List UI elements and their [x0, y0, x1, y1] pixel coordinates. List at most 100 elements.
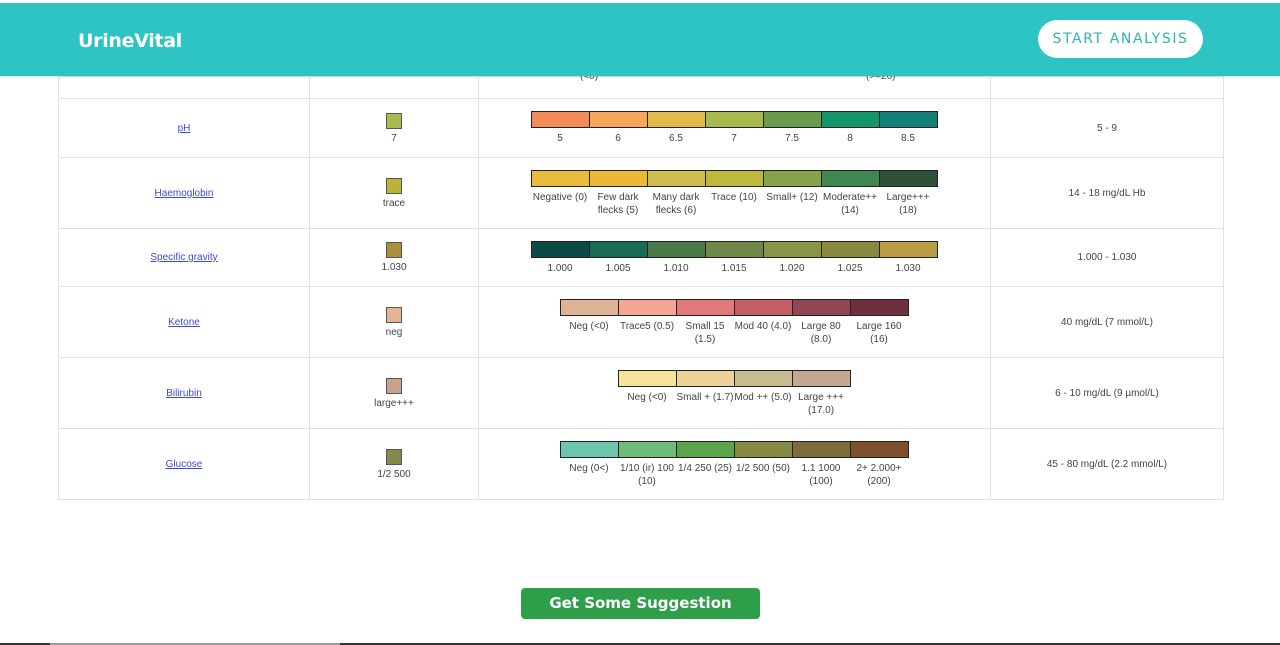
normal-range: 40 mg/dL (7 mmol/L)	[1061, 316, 1153, 328]
scale-color-block	[531, 169, 590, 187]
result-value: 1.030	[381, 262, 407, 273]
scale-label: 1/2 500 (50)	[736, 462, 790, 474]
test-name-link[interactable]: Glucose	[166, 459, 203, 470]
test-name-link[interactable]: Ketone	[168, 317, 200, 328]
normal-range: 14 - 18 mg/dL Hb	[1068, 187, 1146, 199]
scale-color-block	[560, 298, 619, 316]
scale-color-block	[589, 111, 648, 128]
scale-color-block	[763, 240, 822, 258]
scale-label: 1.030	[895, 262, 921, 274]
normal-range: 5 - 9	[1096, 122, 1117, 134]
color-scale: 5 6 6.5 7 7.5 8 8.5	[531, 111, 938, 145]
scale-label: 7	[731, 133, 737, 144]
scale-color-block	[705, 240, 764, 258]
scale-label: Trace (10)	[711, 191, 757, 203]
results-table-container: (<0) (>=20) pH 7 5 6 6.5 7 7.5 8 8.5 5 - 9 Haemogl…	[58, 71, 1224, 500]
scale-color-block	[879, 169, 938, 187]
result-value: neg	[385, 326, 403, 338]
scale-label: Large 160 (16)	[856, 320, 902, 345]
scale-label: 5	[557, 133, 563, 144]
scale-label: Mod ++ (5.0)	[734, 391, 792, 403]
scale-color-block	[705, 169, 764, 187]
get-suggestion-button[interactable]: Get Some Suggestion	[521, 588, 760, 619]
scale-color-block	[676, 369, 735, 387]
result-color-swatch	[386, 306, 402, 323]
scale-color-block	[618, 440, 677, 458]
scale-label: 8	[847, 133, 853, 144]
start-analysis-button[interactable]: START ANALYSIS	[1038, 20, 1203, 58]
scale-label: Moderate++ (14)	[823, 191, 877, 216]
scale-label: Trace5 (0.5)	[619, 320, 675, 332]
test-name-link[interactable]: Bilirubin	[166, 388, 202, 399]
scale-label: 1.000	[547, 262, 573, 274]
normal-range: 1.000 - 1.030	[1077, 252, 1137, 263]
scale-label: Negative (0)	[532, 191, 588, 203]
result-value: large+++	[374, 397, 414, 409]
scale-color-block	[531, 240, 590, 258]
table-row: Bilirubin large+++ Neg (<0) Small + (1.7) Mo…	[58, 357, 1224, 429]
scale-label: 7.5	[785, 133, 799, 144]
test-name-link[interactable]: pH	[178, 123, 191, 134]
scale-label: Neg (<0)	[627, 391, 667, 403]
scale-color-block	[821, 240, 880, 258]
scale-color-block	[879, 240, 938, 258]
scale-label: Many dark flecks (6)	[652, 191, 700, 216]
color-scale: Neg (<0) Small + (1.7) Mod ++ (5.0) Large +…	[618, 369, 851, 417]
scale-color-block	[763, 169, 822, 187]
result-value: 1/2 500	[377, 468, 411, 480]
scale-color-block	[792, 298, 851, 316]
test-name-link[interactable]: Specific gravity	[150, 252, 217, 263]
top-navbar: UrineVital START ANALYSIS	[0, 3, 1280, 76]
scale-color-block	[792, 440, 851, 458]
scale-color-block	[618, 298, 677, 316]
color-scale: Negative (0) Few dark flecks (5) Many dark…	[531, 169, 938, 217]
result-color-swatch	[386, 112, 402, 129]
scale-color-block	[560, 440, 619, 458]
scale-color-block	[705, 111, 764, 128]
scale-label: Large+++ (18)	[886, 191, 930, 216]
scale-label: Neg (0<)	[569, 462, 609, 474]
scale-label: Small 15 (1.5)	[685, 320, 725, 345]
brand-logo[interactable]: UrineVital	[78, 30, 182, 52]
scale-color-block	[647, 111, 706, 128]
table-row: Ketone neg Neg (<0) Trace5 (0.5) Small 15 (1…	[58, 286, 1224, 358]
scale-color-block	[763, 111, 822, 128]
scale-label: 1/4 250 (25)	[678, 462, 732, 474]
scale-color-block	[734, 369, 793, 387]
scale-color-block	[879, 111, 938, 128]
color-scale: Neg (0<) 1/10 (ir) 100 (10) 1/4 250 (25) 1/…	[560, 440, 909, 488]
normal-range: 45 - 80 mg/dL (2.2 mmol/L)	[1046, 458, 1168, 470]
scale-color-block	[618, 369, 677, 387]
color-scale: Neg (<0) Trace5 (0.5) Small 15 (1.5) Mod 40…	[560, 298, 909, 346]
table-row: Specific gravity 1.030 1.000 1.005 1.010 1.01…	[58, 228, 1224, 287]
scale-color-block	[734, 440, 793, 458]
result-color-swatch	[386, 448, 402, 465]
scale-label: 1.020	[779, 262, 805, 274]
scale-color-block	[850, 298, 909, 316]
table-row: Haemoglobin trace Negative (0) Few dark fle…	[58, 157, 1224, 229]
scale-label: Large +++ (17.0)	[798, 391, 844, 416]
scale-label: Small+ (12)	[766, 191, 818, 203]
scale-color-block	[734, 298, 793, 316]
scale-label: 6.5	[669, 133, 683, 144]
scale-label: 1.1 1000 (100)	[801, 462, 841, 487]
scale-color-block	[647, 169, 706, 187]
scale-label: Mod 40 (4.0)	[734, 320, 792, 332]
scale-label: 1/10 (ir) 100 (10)	[620, 462, 674, 487]
scale-label: 6	[615, 133, 621, 144]
scale-label: Few dark flecks (5)	[597, 191, 639, 216]
result-color-swatch	[386, 177, 402, 194]
result-value: 7	[391, 132, 397, 144]
scale-label: 1.010	[663, 262, 689, 274]
scale-color-block	[676, 298, 735, 316]
test-name-link[interactable]: Haemoglobin	[155, 188, 214, 199]
scale-color-block	[850, 440, 909, 458]
normal-range: 6 - 10 mg/dL (9 µmol/L)	[1055, 387, 1159, 399]
scale-label: 1.005	[605, 262, 631, 274]
scale-label: Neg (<0)	[569, 320, 609, 332]
scale-label: 2+ 2.000+ (200)	[856, 462, 902, 487]
result-color-swatch	[386, 377, 402, 394]
result-value: trace	[382, 197, 406, 209]
table-row: pH 7 5 6 6.5 7 7.5 8 8.5 5 - 9	[58, 98, 1224, 158]
scale-label: 8.5	[901, 133, 915, 144]
